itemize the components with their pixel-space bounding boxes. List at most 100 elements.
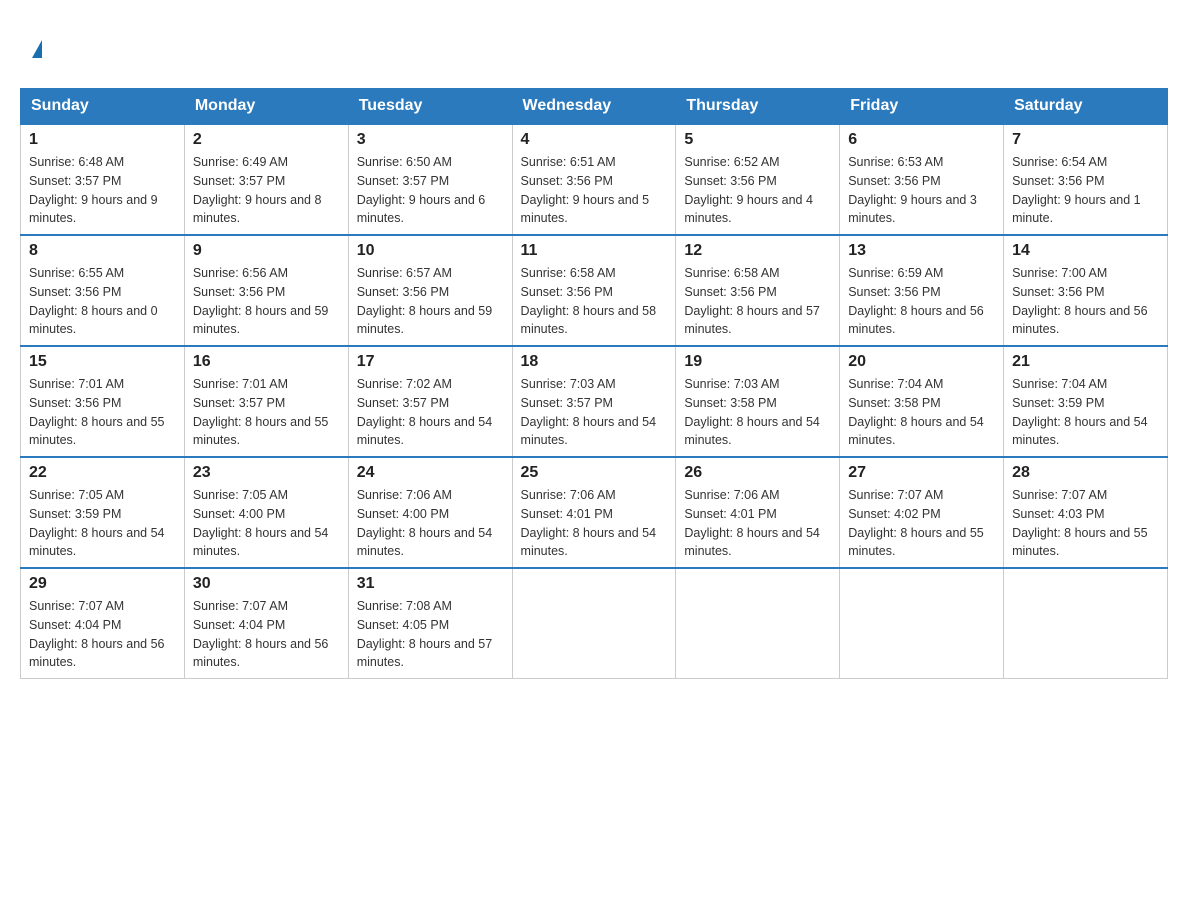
day-info: Sunrise: 6:54 AM Sunset: 3:56 PM Dayligh… (1012, 153, 1159, 228)
day-info: Sunrise: 6:48 AM Sunset: 3:57 PM Dayligh… (29, 153, 176, 228)
day-number: 19 (684, 353, 831, 371)
day-info: Sunrise: 7:07 AM Sunset: 4:02 PM Dayligh… (848, 486, 995, 561)
header-row: SundayMondayTuesdayWednesdayThursdayFrid… (21, 89, 1168, 125)
day-info: Sunrise: 7:02 AM Sunset: 3:57 PM Dayligh… (357, 375, 504, 450)
day-cell: 6 Sunrise: 6:53 AM Sunset: 3:56 PM Dayli… (840, 124, 1004, 235)
header-sunday: Sunday (21, 89, 185, 125)
day-cell: 10 Sunrise: 6:57 AM Sunset: 3:56 PM Dayl… (348, 235, 512, 346)
day-number: 28 (1012, 464, 1159, 482)
day-info: Sunrise: 6:52 AM Sunset: 3:56 PM Dayligh… (684, 153, 831, 228)
day-cell (676, 568, 840, 679)
day-cell: 13 Sunrise: 6:59 AM Sunset: 3:56 PM Dayl… (840, 235, 1004, 346)
day-number: 15 (29, 353, 176, 371)
day-number: 24 (357, 464, 504, 482)
day-number: 7 (1012, 131, 1159, 149)
day-number: 13 (848, 242, 995, 260)
day-info: Sunrise: 6:53 AM Sunset: 3:56 PM Dayligh… (848, 153, 995, 228)
day-info: Sunrise: 6:55 AM Sunset: 3:56 PM Dayligh… (29, 264, 176, 339)
day-number: 23 (193, 464, 340, 482)
day-cell: 26 Sunrise: 7:06 AM Sunset: 4:01 PM Dayl… (676, 457, 840, 568)
day-cell: 1 Sunrise: 6:48 AM Sunset: 3:57 PM Dayli… (21, 124, 185, 235)
header-friday: Friday (840, 89, 1004, 125)
day-number: 30 (193, 575, 340, 593)
calendar-header: SundayMondayTuesdayWednesdayThursdayFrid… (21, 89, 1168, 125)
header-tuesday: Tuesday (348, 89, 512, 125)
logo-triangle-icon (32, 40, 42, 58)
day-cell: 25 Sunrise: 7:06 AM Sunset: 4:01 PM Dayl… (512, 457, 676, 568)
day-number: 20 (848, 353, 995, 371)
day-cell: 18 Sunrise: 7:03 AM Sunset: 3:57 PM Dayl… (512, 346, 676, 457)
day-cell: 5 Sunrise: 6:52 AM Sunset: 3:56 PM Dayli… (676, 124, 840, 235)
day-cell: 27 Sunrise: 7:07 AM Sunset: 4:02 PM Dayl… (840, 457, 1004, 568)
day-cell: 4 Sunrise: 6:51 AM Sunset: 3:56 PM Dayli… (512, 124, 676, 235)
day-number: 18 (521, 353, 668, 371)
day-info: Sunrise: 6:58 AM Sunset: 3:56 PM Dayligh… (521, 264, 668, 339)
day-number: 1 (29, 131, 176, 149)
day-cell: 23 Sunrise: 7:05 AM Sunset: 4:00 PM Dayl… (184, 457, 348, 568)
day-info: Sunrise: 7:07 AM Sunset: 4:04 PM Dayligh… (29, 597, 176, 672)
day-info: Sunrise: 6:51 AM Sunset: 3:56 PM Dayligh… (521, 153, 668, 228)
day-info: Sunrise: 7:00 AM Sunset: 3:56 PM Dayligh… (1012, 264, 1159, 339)
day-number: 29 (29, 575, 176, 593)
day-cell: 21 Sunrise: 7:04 AM Sunset: 3:59 PM Dayl… (1004, 346, 1168, 457)
header-thursday: Thursday (676, 89, 840, 125)
day-info: Sunrise: 7:07 AM Sunset: 4:04 PM Dayligh… (193, 597, 340, 672)
day-cell: 17 Sunrise: 7:02 AM Sunset: 3:57 PM Dayl… (348, 346, 512, 457)
day-cell (840, 568, 1004, 679)
day-cell (512, 568, 676, 679)
day-cell: 28 Sunrise: 7:07 AM Sunset: 4:03 PM Dayl… (1004, 457, 1168, 568)
day-cell: 9 Sunrise: 6:56 AM Sunset: 3:56 PM Dayli… (184, 235, 348, 346)
day-cell: 12 Sunrise: 6:58 AM Sunset: 3:56 PM Dayl… (676, 235, 840, 346)
week-row-4: 22 Sunrise: 7:05 AM Sunset: 3:59 PM Dayl… (21, 457, 1168, 568)
header-wednesday: Wednesday (512, 89, 676, 125)
day-info: Sunrise: 7:04 AM Sunset: 3:59 PM Dayligh… (1012, 375, 1159, 450)
day-cell: 29 Sunrise: 7:07 AM Sunset: 4:04 PM Dayl… (21, 568, 185, 679)
header-monday: Monday (184, 89, 348, 125)
day-cell: 3 Sunrise: 6:50 AM Sunset: 3:57 PM Dayli… (348, 124, 512, 235)
day-info: Sunrise: 7:03 AM Sunset: 3:57 PM Dayligh… (521, 375, 668, 450)
day-number: 12 (684, 242, 831, 260)
week-row-3: 15 Sunrise: 7:01 AM Sunset: 3:56 PM Dayl… (21, 346, 1168, 457)
day-cell: 15 Sunrise: 7:01 AM Sunset: 3:56 PM Dayl… (21, 346, 185, 457)
day-number: 27 (848, 464, 995, 482)
day-number: 21 (1012, 353, 1159, 371)
page-header (20, 20, 1168, 68)
week-row-2: 8 Sunrise: 6:55 AM Sunset: 3:56 PM Dayli… (21, 235, 1168, 346)
day-cell: 14 Sunrise: 7:00 AM Sunset: 3:56 PM Dayl… (1004, 235, 1168, 346)
week-row-5: 29 Sunrise: 7:07 AM Sunset: 4:04 PM Dayl… (21, 568, 1168, 679)
day-info: Sunrise: 6:58 AM Sunset: 3:56 PM Dayligh… (684, 264, 831, 339)
day-number: 8 (29, 242, 176, 260)
day-cell: 11 Sunrise: 6:58 AM Sunset: 3:56 PM Dayl… (512, 235, 676, 346)
day-number: 17 (357, 353, 504, 371)
day-cell: 20 Sunrise: 7:04 AM Sunset: 3:58 PM Dayl… (840, 346, 1004, 457)
day-info: Sunrise: 6:57 AM Sunset: 3:56 PM Dayligh… (357, 264, 504, 339)
calendar-table: SundayMondayTuesdayWednesdayThursdayFrid… (20, 88, 1168, 679)
day-cell (1004, 568, 1168, 679)
week-row-1: 1 Sunrise: 6:48 AM Sunset: 3:57 PM Dayli… (21, 124, 1168, 235)
day-info: Sunrise: 7:04 AM Sunset: 3:58 PM Dayligh… (848, 375, 995, 450)
day-number: 6 (848, 131, 995, 149)
day-cell: 19 Sunrise: 7:03 AM Sunset: 3:58 PM Dayl… (676, 346, 840, 457)
day-cell: 24 Sunrise: 7:06 AM Sunset: 4:00 PM Dayl… (348, 457, 512, 568)
day-number: 22 (29, 464, 176, 482)
day-cell: 7 Sunrise: 6:54 AM Sunset: 3:56 PM Dayli… (1004, 124, 1168, 235)
day-info: Sunrise: 7:06 AM Sunset: 4:00 PM Dayligh… (357, 486, 504, 561)
day-cell: 16 Sunrise: 7:01 AM Sunset: 3:57 PM Dayl… (184, 346, 348, 457)
day-info: Sunrise: 7:01 AM Sunset: 3:57 PM Dayligh… (193, 375, 340, 450)
day-cell: 2 Sunrise: 6:49 AM Sunset: 3:57 PM Dayli… (184, 124, 348, 235)
day-info: Sunrise: 7:05 AM Sunset: 4:00 PM Dayligh… (193, 486, 340, 561)
logo (30, 30, 42, 58)
day-info: Sunrise: 7:07 AM Sunset: 4:03 PM Dayligh… (1012, 486, 1159, 561)
day-number: 16 (193, 353, 340, 371)
day-info: Sunrise: 6:50 AM Sunset: 3:57 PM Dayligh… (357, 153, 504, 228)
day-info: Sunrise: 7:05 AM Sunset: 3:59 PM Dayligh… (29, 486, 176, 561)
day-number: 5 (684, 131, 831, 149)
day-cell: 31 Sunrise: 7:08 AM Sunset: 4:05 PM Dayl… (348, 568, 512, 679)
day-info: Sunrise: 6:56 AM Sunset: 3:56 PM Dayligh… (193, 264, 340, 339)
day-number: 11 (521, 242, 668, 260)
calendar-body: 1 Sunrise: 6:48 AM Sunset: 3:57 PM Dayli… (21, 124, 1168, 679)
day-cell: 30 Sunrise: 7:07 AM Sunset: 4:04 PM Dayl… (184, 568, 348, 679)
day-info: Sunrise: 6:59 AM Sunset: 3:56 PM Dayligh… (848, 264, 995, 339)
day-number: 4 (521, 131, 668, 149)
day-info: Sunrise: 7:06 AM Sunset: 4:01 PM Dayligh… (521, 486, 668, 561)
